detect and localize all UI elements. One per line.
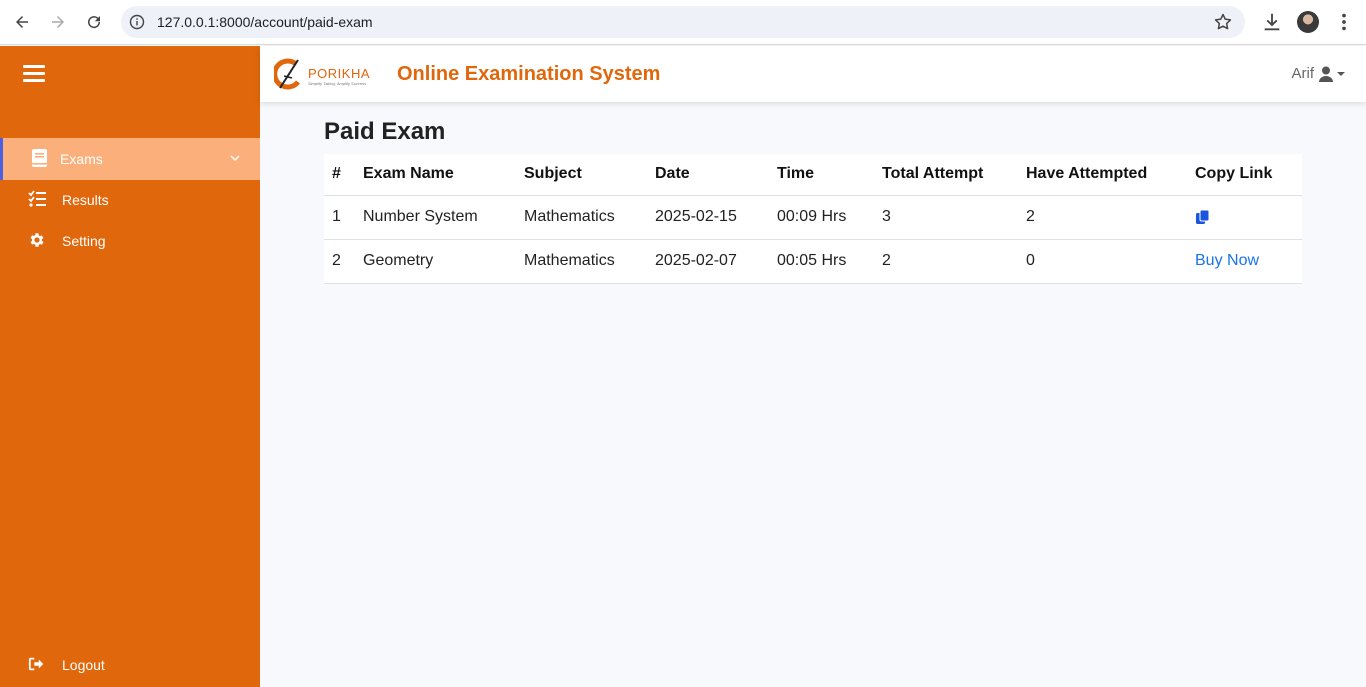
- download-icon[interactable]: [1261, 11, 1283, 33]
- column-header-time: Time: [769, 154, 874, 196]
- buy-now-link[interactable]: Buy Now: [1195, 252, 1259, 269]
- paid-exam-table: # Exam Name Subject Date Time Total Atte…: [324, 154, 1302, 284]
- cell-have-attempted: 2: [1018, 195, 1187, 240]
- cell-time: 00:09 Hrs: [769, 195, 874, 240]
- sidebar-item-label: Results: [62, 192, 109, 208]
- table-header-row: # Exam Name Subject Date Time Total Atte…: [324, 154, 1302, 196]
- kebab-menu-icon[interactable]: [1333, 11, 1355, 33]
- column-header-number: #: [324, 154, 355, 196]
- page-title: Paid Exam: [324, 118, 446, 145]
- logo-mark-icon: [272, 58, 300, 90]
- forward-button[interactable]: [45, 9, 71, 35]
- sidebar-item-label: Setting: [62, 233, 106, 249]
- cell-exam-name: Number System: [355, 195, 516, 240]
- cell-subject: Mathematics: [516, 195, 647, 240]
- top-header: PORIKHA Simplify Taking, Amplify Success…: [260, 46, 1366, 102]
- logo-tagline: Simplify Taking, Amplify Success: [308, 81, 367, 86]
- sidebar: Exams Results Setting Logout: [0, 46, 260, 687]
- sidebar-item-results[interactable]: Results: [0, 179, 260, 221]
- arrow-right-icon: [52, 16, 64, 28]
- cell-total-attempt: 2: [874, 239, 1018, 284]
- cell-total-attempt: 3: [874, 195, 1018, 240]
- logo-text: PORIKHA: [308, 66, 371, 81]
- arrow-left-icon: [16, 16, 28, 28]
- porikha-logo[interactable]: PORIKHA Simplify Taking, Amplify Success: [272, 56, 371, 92]
- cell-have-attempted: 0: [1018, 239, 1187, 284]
- cell-copy-link: [1187, 195, 1302, 240]
- logout-label: Logout: [62, 657, 105, 673]
- cell-number: 1: [324, 195, 355, 240]
- column-header-total-attempt: Total Attempt: [874, 154, 1018, 196]
- list-check-icon: [28, 190, 46, 207]
- url-text: 127.0.0.1:8000/account/paid-exam: [157, 14, 373, 30]
- site-info-icon[interactable]: [129, 14, 145, 30]
- cell-number: 2: [324, 239, 355, 284]
- column-header-exam-name: Exam Name: [355, 154, 516, 196]
- sidebar-item-exams[interactable]: Exams: [0, 138, 260, 180]
- cell-time: 00:05 Hrs: [769, 239, 874, 284]
- logout-button[interactable]: Logout: [0, 644, 260, 686]
- table-row: 1 Number System Mathematics 2025-02-15 0…: [324, 195, 1302, 240]
- user-menu[interactable]: Arif: [1292, 65, 1347, 82]
- logout-icon: [28, 657, 44, 671]
- cell-exam-name: Geometry: [355, 239, 516, 284]
- reload-button[interactable]: [81, 9, 107, 35]
- bookmark-star-icon[interactable]: [1213, 12, 1233, 32]
- address-bar[interactable]: 127.0.0.1:8000/account/paid-exam: [121, 6, 1245, 38]
- column-header-have-attempted: Have Attempted: [1018, 154, 1187, 196]
- cell-date: 2025-02-07: [647, 239, 769, 284]
- user-icon: [1319, 66, 1333, 82]
- table-row: 2 Geometry Mathematics 2025-02-07 00:05 …: [324, 239, 1302, 284]
- user-name: Arif: [1291, 65, 1315, 82]
- reload-icon: [88, 16, 101, 29]
- chevron-down-icon: [230, 155, 240, 162]
- book-icon: [32, 149, 47, 167]
- sidebar-item-setting[interactable]: Setting: [0, 220, 260, 262]
- caret-down-icon: [1337, 71, 1345, 76]
- sidebar-item-label: Exams: [60, 151, 103, 167]
- cell-subject: Mathematics: [516, 239, 647, 284]
- hamburger-menu-icon[interactable]: [23, 65, 45, 83]
- column-header-date: Date: [647, 154, 769, 196]
- app-title: Online Examination System: [397, 63, 661, 85]
- back-button[interactable]: [9, 9, 35, 35]
- cell-copy-link: Buy Now: [1187, 239, 1302, 284]
- copy-icon[interactable]: [1195, 209, 1211, 225]
- column-header-subject: Subject: [516, 154, 647, 196]
- column-header-copy-link: Copy Link: [1187, 154, 1302, 196]
- cell-date: 2025-02-15: [647, 195, 769, 240]
- profile-avatar[interactable]: [1297, 11, 1319, 33]
- browser-toolbar: 127.0.0.1:8000/account/paid-exam: [0, 0, 1366, 45]
- gear-icon: [30, 233, 44, 247]
